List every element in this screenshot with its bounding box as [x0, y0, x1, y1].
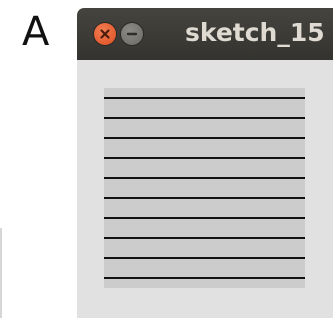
- sketch-window: sketch_15: [77, 8, 333, 318]
- window-titlebar[interactable]: sketch_15: [77, 8, 333, 60]
- sketch-canvas[interactable]: [104, 88, 305, 288]
- adjacent-window-edge: [0, 228, 2, 318]
- horizontal-lines: [104, 97, 305, 279]
- minimize-button[interactable]: [121, 23, 143, 45]
- close-button[interactable]: [94, 23, 116, 45]
- close-icon: [100, 29, 110, 39]
- window-title: sketch_15: [185, 18, 325, 47]
- figure-panel-label: A: [22, 9, 50, 55]
- minimize-icon: [126, 32, 138, 36]
